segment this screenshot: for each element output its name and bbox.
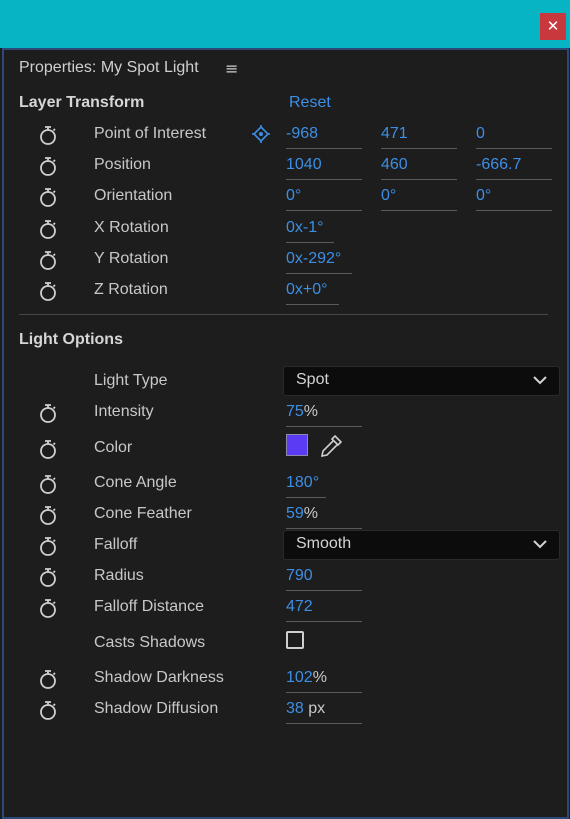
radius-row: Radius 790 [0, 564, 570, 594]
stopwatch-icon[interactable] [38, 402, 58, 424]
orientation-row: Orientation 0° 0° 0° [0, 184, 570, 214]
orientation-z-field[interactable]: 0° [476, 184, 552, 211]
cone-angle-row: Cone Angle 180° [0, 471, 570, 501]
cone-feather-row: Cone Feather 59% [0, 502, 570, 532]
light-type-row: Light Type Spot [0, 366, 570, 399]
radius-label: Radius [94, 567, 144, 584]
chevron-down-icon [533, 540, 547, 549]
x-rotation-field[interactable]: 0x-1° [286, 216, 334, 243]
color-swatch[interactable] [286, 434, 308, 456]
cone-feather-label: Cone Feather [94, 505, 192, 522]
close-button[interactable]: ✕ [540, 13, 566, 40]
shadow-darkness-field[interactable]: 102% [286, 666, 362, 693]
falloff-label: Falloff [94, 536, 138, 553]
z-rotation-row: Z Rotation 0x+0° [0, 278, 570, 308]
point-of-interest-z-field[interactable]: 0 [476, 122, 552, 149]
point-of-interest-y-field[interactable]: 471 [381, 122, 457, 149]
intensity-row: Intensity 75% [0, 400, 570, 430]
shadow-diffusion-label: Shadow Diffusion [94, 700, 219, 717]
point-of-interest-label: Point of Interest [94, 125, 207, 142]
color-label: Color [94, 439, 133, 456]
stopwatch-icon[interactable] [38, 535, 58, 557]
stopwatch-icon[interactable] [38, 155, 58, 177]
y-rotation-label: Y Rotation [94, 250, 169, 267]
point-of-interest-row: Point of Interest -968 471 0 [0, 122, 570, 152]
orientation-label: Orientation [94, 187, 173, 204]
falloff-distance-row: Falloff Distance 472 [0, 595, 570, 625]
stopwatch-icon[interactable] [38, 504, 58, 526]
cone-feather-field[interactable]: 59% [286, 502, 362, 529]
stopwatch-icon[interactable] [38, 668, 58, 690]
z-rotation-field[interactable]: 0x+0° [286, 278, 339, 305]
casts-shadows-checkbox[interactable] [286, 631, 304, 649]
stopwatch-icon[interactable] [38, 186, 58, 208]
falloff-selected: Smooth [296, 535, 352, 552]
stopwatch-icon[interactable] [38, 597, 58, 619]
stopwatch-icon[interactable] [38, 124, 58, 146]
stopwatch-icon[interactable] [38, 280, 58, 302]
shadow-darkness-row: Shadow Darkness 102% [0, 666, 570, 696]
stopwatch-icon[interactable] [38, 249, 58, 271]
light-options-heading: Light Options [19, 331, 123, 348]
color-row: Color [0, 433, 570, 466]
orientation-y-field[interactable]: 0° [381, 184, 457, 211]
z-rotation-label: Z Rotation [94, 281, 168, 298]
cone-angle-label: Cone Angle [94, 474, 177, 491]
position-x-field[interactable]: 1040 [286, 153, 362, 180]
window-titlebar: ✕ [0, 0, 570, 48]
casts-shadows-row: Casts Shadows [0, 631, 570, 661]
stopwatch-icon[interactable] [38, 218, 58, 240]
radius-field[interactable]: 790 [286, 564, 362, 591]
reset-link[interactable]: Reset [289, 94, 331, 112]
x-rotation-row: X Rotation 0x-1° [0, 216, 570, 246]
stopwatch-icon[interactable] [38, 566, 58, 588]
falloff-dropdown[interactable]: Smooth [283, 530, 560, 560]
falloff-row: Falloff Smooth [0, 530, 570, 563]
target-icon[interactable] [252, 125, 270, 143]
shadow-darkness-label: Shadow Darkness [94, 669, 224, 686]
falloff-distance-field[interactable]: 472 [286, 595, 362, 622]
shadow-diffusion-row: Shadow Diffusion 38 px [0, 697, 570, 727]
intensity-label: Intensity [94, 403, 154, 420]
light-type-dropdown[interactable]: Spot [283, 366, 560, 396]
position-row: Position 1040 460 -666.7 [0, 153, 570, 183]
stopwatch-icon[interactable] [38, 699, 58, 721]
stopwatch-icon[interactable] [38, 438, 58, 460]
light-type-label: Light Type [94, 372, 168, 389]
position-z-field[interactable]: -666.7 [476, 153, 552, 180]
section-divider [19, 314, 548, 315]
stopwatch-icon[interactable] [38, 473, 58, 495]
y-rotation-field[interactable]: 0x-292° [286, 247, 352, 274]
orientation-x-field[interactable]: 0° [286, 184, 362, 211]
intensity-field[interactable]: 75% [286, 400, 362, 427]
position-y-field[interactable]: 460 [381, 153, 457, 180]
point-of-interest-x-field[interactable]: -968 [286, 122, 362, 149]
casts-shadows-label: Casts Shadows [94, 634, 206, 651]
cone-angle-field[interactable]: 180° [286, 471, 326, 498]
falloff-distance-label: Falloff Distance [94, 598, 204, 615]
eyedropper-icon[interactable] [318, 433, 344, 459]
x-rotation-label: X Rotation [94, 219, 169, 236]
y-rotation-row: Y Rotation 0x-292° [0, 247, 570, 277]
layer-transform-heading: Layer Transform [19, 94, 145, 111]
panel-menu-icon[interactable]: ≡ [225, 59, 238, 78]
position-label: Position [94, 156, 151, 173]
panel-title: Properties: My Spot Light [19, 59, 199, 76]
light-type-selected: Spot [296, 371, 329, 388]
shadow-diffusion-field[interactable]: 38 px [286, 697, 362, 724]
chevron-down-icon [533, 376, 547, 385]
